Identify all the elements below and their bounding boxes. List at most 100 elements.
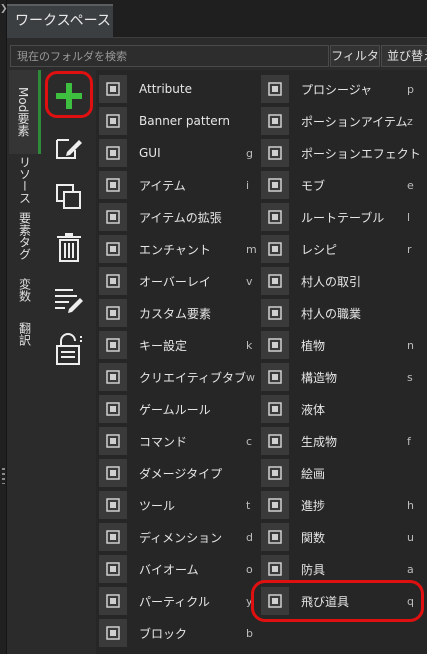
keybind-icon: [99, 331, 127, 359]
list-item[interactable]: ルートテーブル l: [261, 201, 424, 233]
attribute-icon: [99, 75, 127, 103]
list-item[interactable]: ツール t: [99, 489, 259, 521]
list-item[interactable]: GUI g: [99, 137, 259, 169]
list-item-label: 生成物: [301, 434, 338, 449]
list-item[interactable]: キー設定 k: [99, 329, 259, 361]
tab-translations[interactable]: 翻訳: [9, 314, 41, 354]
fluid-icon: [261, 395, 289, 423]
list-item[interactable]: 村人の取引: [261, 265, 424, 297]
shortcut-key: w: [246, 370, 255, 384]
loot-table-icon: [261, 203, 289, 231]
edit-element-button[interactable]: [41, 125, 96, 171]
list-item[interactable]: 絵画: [261, 457, 424, 489]
diamond-icon: [99, 171, 127, 199]
potion-effect-icon: [261, 139, 289, 167]
item-extension-icon: [99, 203, 127, 231]
search-input[interactable]: [10, 45, 329, 67]
potion-item-icon: [261, 107, 289, 135]
list-item[interactable]: モブ e: [261, 169, 424, 201]
list-item[interactable]: エンチャント m: [99, 233, 259, 265]
workspace-tabbar: ワークスペース: [7, 0, 427, 38]
sort-button[interactable]: 並び替え: [381, 45, 427, 67]
list-item-label: ツール: [139, 498, 176, 513]
list-item-label: ポーションエフェクト: [301, 146, 421, 161]
shortcut-key: s: [407, 370, 413, 384]
list-item[interactable]: 生成物 f: [261, 425, 424, 457]
projectile-highlight: [251, 580, 424, 622]
list-item-label: 防具: [301, 562, 326, 577]
villager-trade-icon: [261, 267, 289, 295]
list-item[interactable]: 関数 u: [261, 521, 424, 553]
list-edit-button[interactable]: [41, 276, 96, 322]
list-item[interactable]: ディメンション d: [99, 521, 259, 553]
list-item[interactable]: ポーションアイテム z: [261, 105, 424, 137]
collapse-chevron-icon[interactable]: ❯: [0, 4, 8, 14]
vertical-tab-bar: Mod要素 リソース 要素タグ 変数 翻訳: [9, 70, 41, 654]
list-item[interactable]: Attribute: [99, 73, 259, 105]
list-item[interactable]: アイテムの拡張: [99, 201, 259, 233]
list-item-label: 液体: [301, 402, 326, 417]
list-item[interactable]: パーティクル y: [99, 585, 259, 617]
structure-icon: [261, 363, 289, 391]
tool-icon: [99, 491, 127, 519]
tab-resources[interactable]: リソース: [9, 154, 41, 206]
list-item[interactable]: 植物 n: [261, 329, 424, 361]
list-item-label: クリエイティブタブ: [139, 370, 247, 385]
add-button-highlight: [45, 71, 93, 118]
delete-element-button[interactable]: [41, 224, 96, 270]
list-item-label: 村人の取引: [301, 274, 362, 289]
recipe-icon: [261, 235, 289, 263]
lock-icon: [55, 333, 82, 365]
painting-icon: [261, 459, 289, 487]
filter-button[interactable]: フィルタ: [330, 45, 380, 67]
shortcut-key: h: [407, 498, 414, 512]
list-item[interactable]: ポーションエフェクト: [261, 137, 424, 169]
resize-grip-icon[interactable]: [2, 468, 5, 484]
list-item[interactable]: ブロック b: [99, 617, 259, 649]
shortcut-key: p: [407, 82, 414, 96]
list-item-label: ダメージタイプ: [139, 466, 223, 481]
list-item[interactable]: Banner pattern: [99, 105, 259, 137]
list-item[interactable]: コマンド c: [99, 425, 259, 457]
list-item-label: コマンド: [139, 434, 188, 449]
list-item[interactable]: ダメージタイプ: [99, 457, 259, 489]
list-item-label: 進捗: [301, 498, 326, 513]
list-item-label: カスタム要素: [139, 306, 212, 321]
list-item[interactable]: 村人の職業: [261, 297, 424, 329]
tab-mod-elements[interactable]: Mod要素: [9, 70, 41, 154]
list-item[interactable]: バイオーム o: [99, 553, 259, 585]
list-item[interactable]: カスタム要素: [99, 297, 259, 329]
trash-icon: [56, 233, 81, 262]
villager-profession-icon: [261, 299, 289, 327]
custom-element-icon: [99, 299, 127, 327]
damage-type-icon: [99, 459, 127, 487]
advancement-icon: [261, 491, 289, 519]
list-item[interactable]: 進捗 h: [261, 489, 424, 521]
list-item[interactable]: 液体: [261, 393, 424, 425]
element-type-list: Attribute Banner pattern GUI g アイテム i アイテムの拡張エ…: [96, 70, 427, 654]
shortcut-key: a: [407, 562, 414, 576]
list-item[interactable]: ゲームルール: [99, 393, 259, 425]
lock-element-button[interactable]: [41, 326, 96, 372]
list-item-label: ルートテーブル: [301, 210, 385, 225]
list-item-label: Attribute: [139, 82, 192, 96]
shortcut-key: m: [246, 242, 257, 256]
tab-element-tags[interactable]: 要素タグ: [9, 206, 41, 266]
dimension-icon: [99, 523, 127, 551]
tab-workspace[interactable]: ワークスペース: [7, 4, 113, 38]
list-item[interactable]: アイテム i: [99, 169, 259, 201]
tab-variables[interactable]: 変数: [9, 266, 41, 314]
list-item[interactable]: クリエイティブタブ w: [99, 361, 259, 393]
gui-icon: [99, 139, 127, 167]
list-item[interactable]: オーバーレイ v: [99, 265, 259, 297]
procedure-icon: [261, 75, 289, 103]
list-item[interactable]: 構造物 s: [261, 361, 424, 393]
shortcut-key: l: [407, 210, 411, 224]
list-item-label: アイテム: [139, 178, 186, 193]
list-item[interactable]: レシピ r: [261, 233, 424, 265]
list-item-label: モブ: [301, 178, 326, 193]
list-item[interactable]: プロシージャ p: [261, 73, 424, 105]
duplicate-element-button[interactable]: [41, 174, 96, 220]
feature-icon: [261, 427, 289, 455]
list-item-label: オーバーレイ: [139, 274, 211, 289]
